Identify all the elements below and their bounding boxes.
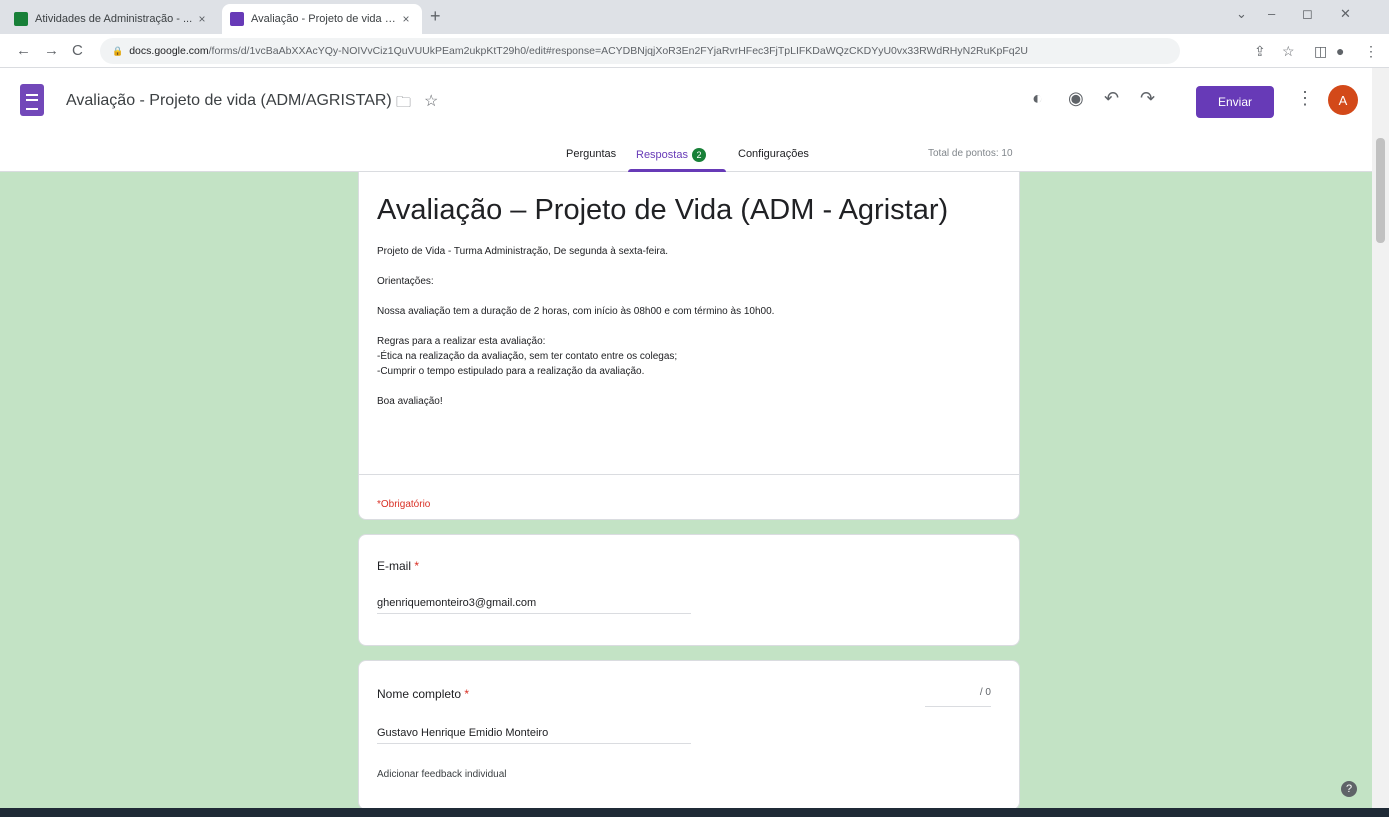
extension-icon[interactable]: ● (1336, 43, 1344, 59)
add-feedback-link[interactable]: Adicionar feedback individual (377, 769, 507, 780)
forward-icon[interactable]: → (44, 42, 59, 59)
name-label: Nome completo * (377, 687, 469, 701)
description-line: Nossa avaliação tem a duração de 2 horas… (377, 306, 775, 317)
form-description: Projeto de Vida - Turma Administração, D… (377, 244, 997, 424)
send-button[interactable]: Enviar (1196, 86, 1274, 118)
browser-toolbar: ← → C 🔒 docs.google.com /forms/d/1vcBaAb… (0, 34, 1389, 68)
url-host: docs.google.com (129, 45, 209, 57)
name-question-card: Nome completo * / 0 Gustavo Henrique Emi… (358, 660, 1020, 810)
form-header-card: Avaliação – Projeto de Vida (ADM - Agris… (358, 172, 1020, 520)
email-label-text: E-mail (377, 559, 412, 573)
star-icon[interactable]: ☆ (424, 91, 438, 111)
os-taskbar (0, 808, 1389, 817)
close-window-icon[interactable]: ✕ (1340, 6, 1351, 22)
email-answer: ghenriquemonteiro3@gmail.com (377, 597, 691, 614)
lock-icon: 🔒 (112, 45, 124, 56)
description-line: -Ética na realização da avaliação, sem t… (377, 351, 678, 362)
description-line: -Cumprir o tempo estipulado para a reali… (377, 366, 645, 377)
undo-icon[interactable]: ↶ (1104, 88, 1119, 109)
maximize-icon[interactable]: ◻ (1302, 6, 1313, 22)
tab-configuracoes[interactable]: Configurações (738, 148, 809, 160)
email-question-card: E-mail * ghenriquemonteiro3@gmail.com (358, 534, 1020, 646)
browser-tab-atividades[interactable]: Atividades de Administração - ... × (6, 4, 218, 34)
scrollbar-thumb[interactable] (1376, 138, 1385, 243)
url-path: /forms/d/1vcBaAbXXAcYQy-NOIVvCiz1QuVUUkP… (208, 45, 1028, 57)
new-tab-icon[interactable]: + (430, 6, 441, 27)
address-bar[interactable]: 🔒 docs.google.com /forms/d/1vcBaAbXXAcYQ… (100, 38, 1180, 64)
tab-respostas-label: Respostas (636, 148, 688, 161)
reload-icon[interactable]: C (72, 42, 83, 59)
redo-icon[interactable]: ↷ (1140, 88, 1155, 109)
required-marker: * (464, 687, 470, 701)
responses-count-badge: 2 (691, 148, 706, 162)
name-label-text: Nome completo (377, 687, 462, 701)
tab-close-icon[interactable]: × (398, 12, 414, 26)
share-icon[interactable]: ⇪ (1254, 43, 1266, 60)
forms-header: Avaliação - Projeto de vida (ADM/AGRISTA… (0, 68, 1372, 172)
avatar[interactable]: A (1328, 85, 1358, 115)
document-title[interactable]: Avaliação - Projeto de vida (ADM/AGRISTA… (66, 92, 392, 110)
folder-icon[interactable]: 🗀 (396, 92, 411, 117)
description-line: Projeto de Vida - Turma Administração, D… (377, 246, 669, 257)
divider (359, 474, 1019, 475)
form-title: Avaliação – Projeto de Vida (ADM - Agris… (377, 194, 949, 226)
tab-close-icon[interactable]: × (194, 12, 210, 26)
description-line: Boa avaliação! (377, 396, 443, 407)
description-line: Regras para a realizar esta avaliação: (377, 336, 546, 347)
side-panel-icon[interactable]: ◫ (1314, 43, 1327, 60)
google-forms-logo-icon[interactable] (20, 84, 44, 116)
tab-perguntas[interactable]: Perguntas (566, 148, 616, 160)
tab-title: Avaliação - Projeto de vida (ADI... (251, 13, 398, 25)
required-note: *Obrigatório (377, 499, 431, 510)
total-points: Total de pontos: 10 (928, 148, 1013, 159)
forms-favicon-icon (230, 12, 244, 26)
sheets-favicon-icon (14, 12, 28, 26)
browser-tab-bar: Atividades de Administração - ... × Aval… (0, 0, 1389, 34)
name-answer: Gustavo Henrique Emidio Monteiro (377, 727, 691, 744)
preview-eye-icon[interactable]: ◉ (1068, 88, 1084, 109)
page-scrollbar[interactable] (1372, 68, 1389, 808)
points-input[interactable]: / 0 (925, 687, 991, 707)
back-icon[interactable]: ← (16, 42, 31, 59)
more-options-icon[interactable]: ⋮ (1296, 88, 1314, 109)
forms-tabs: Perguntas Respostas 2 Configurações Total… (0, 140, 1372, 172)
browser-tab-avaliacao[interactable]: Avaliação - Projeto de vida (ADI... × (222, 4, 422, 34)
tab-search-icon[interactable]: ⌄ (1236, 6, 1247, 22)
email-label: E-mail * (377, 559, 419, 573)
description-line: Orientações: (377, 276, 434, 287)
tab-respostas[interactable]: Respostas 2 (636, 148, 706, 162)
minimize-icon[interactable]: – (1268, 6, 1275, 21)
help-icon[interactable]: ? (1341, 781, 1357, 797)
palette-icon[interactable]: ◐ (1032, 88, 1043, 109)
tab-title: Atividades de Administração - ... (35, 13, 193, 25)
browser-menu-icon[interactable]: ⋮ (1364, 43, 1378, 60)
required-marker: * (414, 559, 420, 573)
bookmark-star-icon[interactable]: ☆ (1282, 43, 1295, 60)
